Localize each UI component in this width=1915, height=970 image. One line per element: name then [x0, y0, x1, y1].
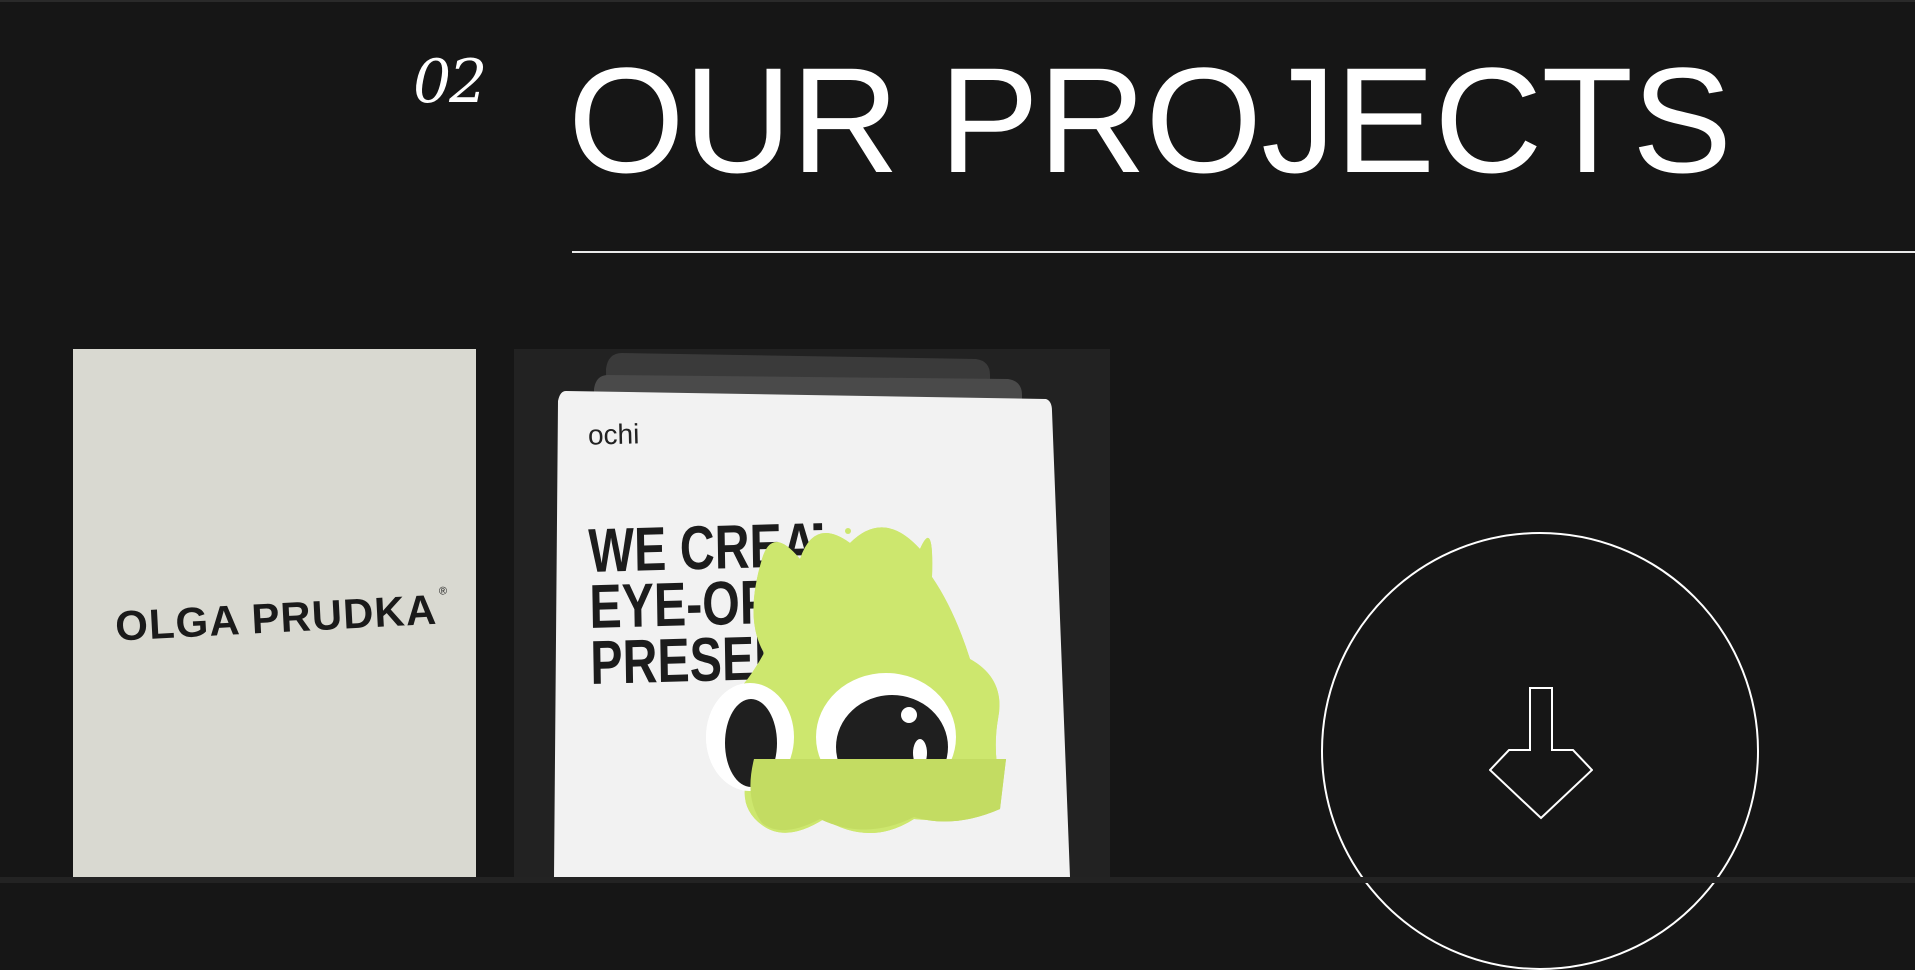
top-edge [0, 0, 1915, 2]
page-title: OUR PROJECTS [568, 36, 1732, 204]
olga-prudka-logo: OLGA PRUDKA® [113, 585, 449, 650]
project-card-ochi[interactable]: ochi WE CREATE EYE-OPEN PRESEN [514, 349, 1110, 877]
project-card-olga-prudka[interactable]: OLGA PRUDKA® [73, 349, 476, 877]
registered-mark: ® [438, 585, 449, 598]
section-number: 02 [413, 47, 487, 117]
ochi-headline-line-3: PRESEN [589, 629, 790, 692]
scroll-down-button[interactable] [1321, 532, 1759, 970]
ochi-headline-line-2: EYE-OPEN [588, 573, 824, 636]
ochi-brand-label: ochi [587, 418, 640, 451]
bottom-edge [0, 877, 1915, 883]
olga-prudka-logo-text: OLGA PRUDKA [113, 585, 439, 650]
ochi-headline: WE CREATE EYE-OPEN PRESEN [588, 518, 825, 692]
ochi-headline-line-1: WE CREATE [588, 517, 823, 580]
arrow-down-icon [1489, 687, 1593, 820]
title-divider [572, 251, 1915, 253]
